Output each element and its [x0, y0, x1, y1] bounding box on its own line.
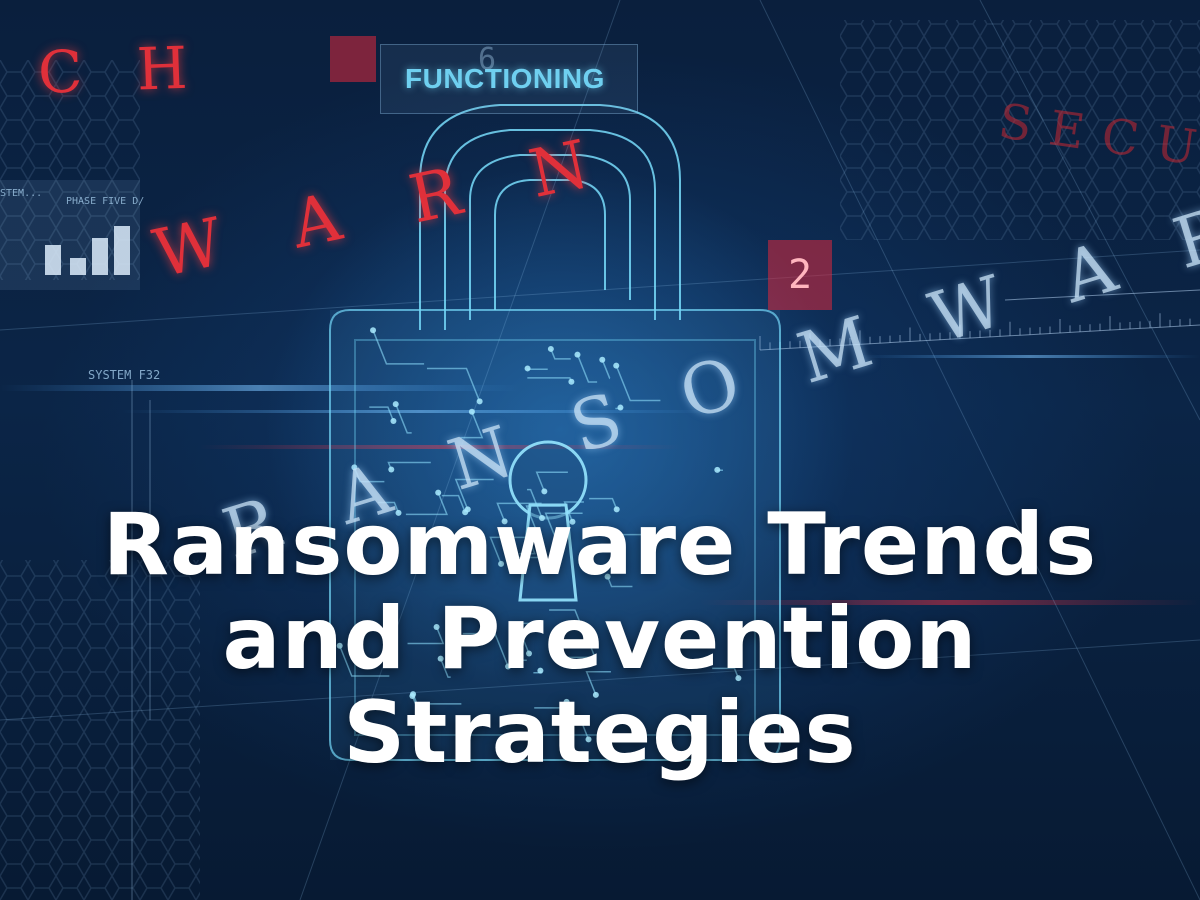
number-box: 2 [768, 240, 832, 310]
digit-six: 6 [478, 42, 497, 77]
background-word-ch: C H [36, 33, 207, 107]
headline-line-1: Ransomware Trends [102, 495, 1098, 595]
system-label: SYSTEM F32 [88, 368, 161, 382]
functioning-label: FUNCTIONING [380, 44, 638, 114]
hero-image: C H W A R N SECU R A N S O M W A R E FUN… [0, 0, 1200, 900]
headline-line-3: Strategies [343, 683, 857, 783]
phase-label: PHASE FIVE D/ [66, 196, 145, 207]
stem-label: STEM... [0, 188, 43, 199]
number-box-value: 2 [788, 252, 813, 298]
functioning-text: FUNCTIONING [405, 63, 605, 94]
headline-line-2: and Prevention [222, 589, 978, 689]
headline: Ransomware Trends and Prevention Strateg… [0, 498, 1200, 780]
